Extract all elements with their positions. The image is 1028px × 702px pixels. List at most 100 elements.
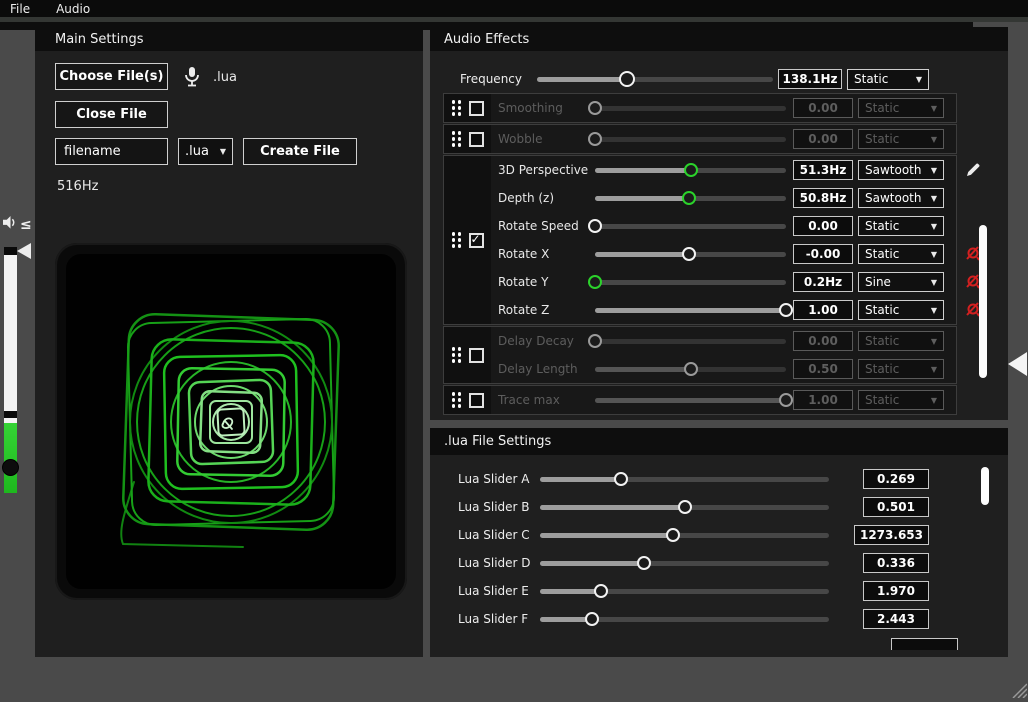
lua-slider[interactable] — [540, 561, 829, 566]
volume-threshold-marker[interactable] — [17, 243, 31, 259]
effect-row: Delay Decay 0.00 Static▼ — [491, 327, 956, 355]
chevron-down-icon: ▼ — [925, 135, 937, 144]
lua-slider[interactable] — [540, 477, 829, 482]
effect-slider-thumb[interactable] — [684, 362, 698, 376]
effect-slider-thumb[interactable] — [588, 275, 602, 289]
effect-slider-thumb[interactable] — [682, 247, 696, 261]
effects-scrollbar[interactable] — [979, 225, 987, 378]
lua-slider[interactable] — [540, 533, 829, 538]
collapse-panel-arrow[interactable] — [1008, 352, 1027, 376]
effect-value-box[interactable]: 1.00 — [793, 390, 853, 410]
effect-slider[interactable] — [595, 252, 786, 257]
effect-waveform-dropdown[interactable]: Sawtooth▼ — [858, 160, 944, 180]
effect-slider-thumb[interactable] — [588, 334, 602, 348]
effect-checkbox[interactable] — [469, 233, 484, 248]
effect-group-smoothing: Smoothing 0.00 Static▼ — [443, 93, 957, 123]
effect-waveform-dropdown[interactable]: Sawtooth▼ — [858, 188, 944, 208]
effect-waveform-dropdown[interactable]: Static▼ — [858, 244, 944, 264]
lua-value-box[interactable]: 0.269 — [863, 469, 929, 489]
edit-pencil-icon[interactable] — [964, 161, 982, 179]
lua-slider[interactable] — [540, 617, 829, 622]
lua-slider[interactable] — [540, 505, 829, 510]
effect-checkbox[interactable] — [469, 393, 484, 408]
lua-slider-thumb[interactable] — [585, 612, 599, 626]
lua-value-box[interactable]: 2.443 — [863, 609, 929, 629]
lua-slider-thumb[interactable] — [614, 472, 628, 486]
drag-handle-icon[interactable] — [452, 100, 462, 116]
effect-slider[interactable] — [595, 308, 786, 313]
lua-value-box[interactable]: 0.501 — [863, 497, 929, 517]
effect-waveform-dropdown[interactable]: Static▼ — [858, 216, 944, 236]
lua-value-box[interactable]: 1.970 — [863, 581, 929, 601]
drag-handle-icon[interactable] — [452, 232, 462, 248]
lua-slider-thumb[interactable] — [594, 584, 608, 598]
effect-slider[interactable] — [595, 398, 786, 403]
effect-value-box[interactable]: 50.8Hz — [793, 188, 853, 208]
effect-waveform-dropdown[interactable]: Static▼ — [858, 129, 944, 149]
effect-value-box[interactable]: 0.00 — [793, 129, 853, 149]
effect-slider[interactable] — [595, 106, 786, 111]
microphone-icon[interactable] — [182, 66, 202, 92]
effect-checkbox[interactable] — [469, 101, 484, 116]
effect-slider[interactable] — [595, 168, 786, 173]
choose-file-button[interactable]: Choose File(s) — [55, 63, 168, 90]
drag-handle-icon[interactable] — [452, 392, 462, 408]
oscilloscope-visualizer — [66, 254, 396, 589]
lua-scrollbar[interactable] — [981, 467, 989, 505]
lua-slider-thumb[interactable] — [666, 528, 680, 542]
effect-waveform-dropdown[interactable]: Sine▼ — [858, 272, 944, 292]
frequency-label: Frequency — [430, 72, 537, 86]
effect-label: Trace max — [491, 393, 595, 407]
effect-value-box[interactable]: 1.00 — [793, 300, 853, 320]
create-file-button[interactable]: Create File — [243, 138, 357, 165]
effect-waveform-dropdown[interactable]: Static▼ — [858, 98, 944, 118]
effect-waveform-dropdown[interactable]: Static▼ — [858, 331, 944, 351]
effect-slider-thumb[interactable] — [682, 191, 696, 205]
effect-slider[interactable] — [595, 137, 786, 142]
effect-slider-thumb[interactable] — [779, 303, 793, 317]
drag-handle-icon[interactable] — [452, 131, 462, 147]
effect-slider[interactable] — [595, 224, 786, 229]
effect-value-box[interactable]: -0.00 — [793, 244, 853, 264]
frequency-value-box[interactable]: 138.1Hz — [778, 69, 842, 89]
filename-input[interactable] — [55, 138, 168, 165]
effect-slider-thumb[interactable] — [588, 219, 602, 233]
effect-value-box[interactable]: 0.00 — [793, 216, 853, 236]
lua-slider-thumb[interactable] — [637, 556, 651, 570]
effect-slider-thumb[interactable] — [588, 132, 602, 146]
close-file-button[interactable]: Close File — [55, 101, 168, 128]
effect-waveform-dropdown[interactable]: Static▼ — [858, 390, 944, 410]
volume-thumb[interactable] — [2, 459, 19, 476]
frequency-slider[interactable] — [537, 77, 773, 82]
effect-waveform-dropdown[interactable]: Static▼ — [858, 300, 944, 320]
speaker-icon[interactable] — [3, 215, 18, 234]
extension-dropdown[interactable]: .lua ▼ — [178, 138, 233, 165]
frequency-slider-thumb[interactable] — [619, 71, 635, 87]
effect-value-box[interactable]: 0.2Hz — [793, 272, 853, 292]
effect-slider[interactable] — [595, 280, 786, 285]
effect-value-box[interactable]: 0.00 — [793, 98, 853, 118]
volume-meter[interactable] — [4, 247, 17, 493]
effect-checkbox[interactable] — [469, 132, 484, 147]
effect-value-box[interactable]: 0.50 — [793, 359, 853, 379]
frequency-waveform-dropdown[interactable]: Static ▼ — [847, 69, 929, 90]
effect-waveform-value: Static — [865, 303, 899, 317]
effect-slider[interactable] — [595, 367, 786, 372]
lua-value-box[interactable]: 1273.653 — [854, 525, 929, 545]
effect-slider-thumb[interactable] — [684, 163, 698, 177]
menu-file[interactable]: File — [10, 2, 30, 16]
effect-checkbox[interactable] — [469, 348, 484, 363]
effect-waveform-dropdown[interactable]: Static▼ — [858, 359, 944, 379]
effect-slider-thumb[interactable] — [588, 101, 602, 115]
lua-value-box[interactable]: 0.336 — [863, 553, 929, 573]
effect-slider-thumb[interactable] — [779, 393, 793, 407]
effect-waveform-value: Static — [865, 334, 899, 348]
effect-value-box[interactable]: 0.00 — [793, 331, 853, 351]
lua-slider[interactable] — [540, 589, 829, 594]
lua-slider-thumb[interactable] — [678, 500, 692, 514]
effect-slider[interactable] — [595, 196, 786, 201]
effect-slider[interactable] — [595, 339, 786, 344]
effect-value-box[interactable]: 51.3Hz — [793, 160, 853, 180]
drag-handle-icon[interactable] — [452, 347, 462, 363]
menu-audio[interactable]: Audio — [56, 2, 90, 16]
